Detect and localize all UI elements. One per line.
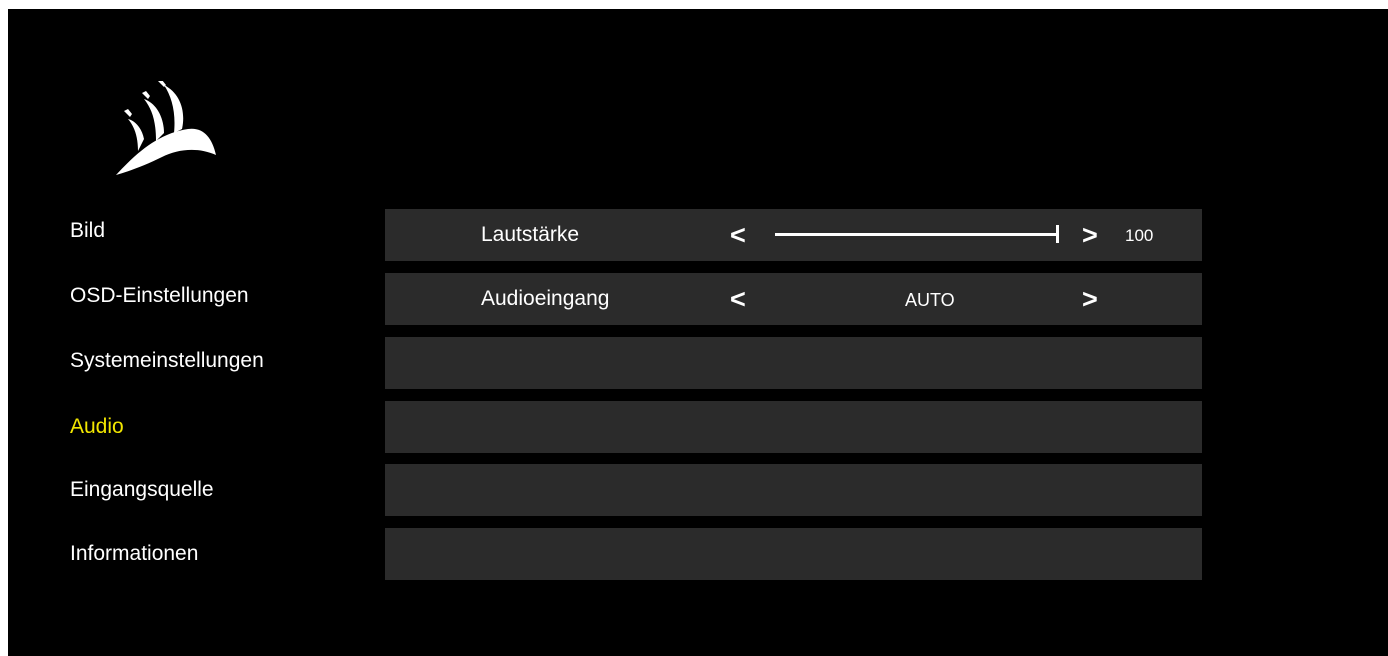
sidebar-item-audio[interactable]: Audio	[70, 414, 124, 440]
volume-slider[interactable]	[775, 225, 1059, 243]
audio-input-row[interactable]: Audioeingang < AUTO >	[385, 273, 1202, 325]
corsair-logo-icon	[116, 81, 216, 175]
sidebar-item-systemeinstellungen[interactable]: Systemeinstellungen	[70, 348, 264, 374]
volume-label: Lautstärke	[481, 223, 580, 246]
volume-increase-icon[interactable]: >	[1082, 220, 1098, 250]
volume-slider-fill	[775, 233, 1059, 236]
audio-input-value: AUTO	[905, 290, 955, 310]
volume-value: 100	[1125, 226, 1154, 245]
volume-row[interactable]: Lautstärke < > 100	[385, 209, 1202, 261]
volume-decrease-icon[interactable]: <	[730, 220, 746, 250]
osd-menu: Bild OSD-Einstellungen Systemeinstellung…	[8, 9, 1388, 656]
empty-row	[385, 528, 1202, 580]
empty-row	[385, 401, 1202, 453]
empty-row	[385, 337, 1202, 389]
volume-slider-handle[interactable]	[1056, 225, 1059, 243]
empty-row	[385, 464, 1202, 516]
audio-input-prev-icon[interactable]: <	[730, 284, 746, 314]
sidebar-item-bild[interactable]: Bild	[70, 218, 105, 244]
sidebar-item-osd-einstellungen[interactable]: OSD-Einstellungen	[70, 283, 249, 309]
audio-input-label: Audioeingang	[481, 287, 610, 310]
audio-input-next-icon[interactable]: >	[1082, 284, 1098, 314]
sidebar-item-eingangsquelle[interactable]: Eingangsquelle	[70, 477, 214, 503]
sidebar-item-informationen[interactable]: Informationen	[70, 541, 198, 567]
